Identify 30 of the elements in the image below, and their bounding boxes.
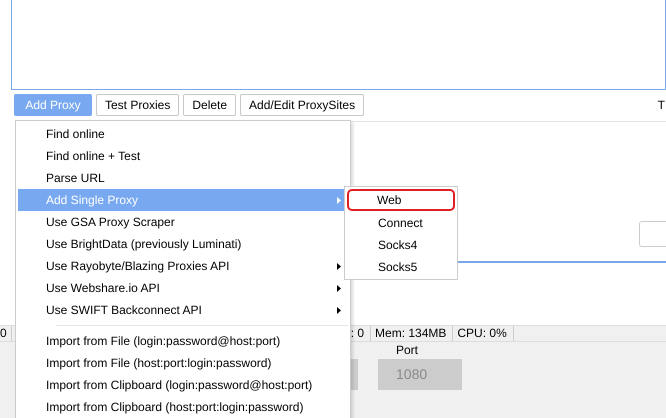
- menu-item[interactable]: Connect: [347, 211, 455, 233]
- input-field[interactable]: [639, 221, 666, 247]
- menu-item[interactable]: Use Webshare.io API: [18, 277, 348, 299]
- menu-item[interactable]: Import from File (login:password@host:port): [18, 330, 348, 352]
- status-cell: 0: [0, 326, 12, 341]
- toolbar-button[interactable]: Add/Edit ProxySites: [240, 94, 364, 116]
- menu-item[interactable]: Use SWIFT Backconnect API: [18, 299, 348, 321]
- toolbar-button[interactable]: Delete: [183, 94, 236, 116]
- submenu-arrow-icon: [337, 196, 341, 204]
- text-area[interactable]: [11, 0, 666, 90]
- status-cell: Mem: 134MB: [371, 326, 454, 341]
- menu-item[interactable]: Web: [347, 189, 455, 211]
- submenu-arrow-icon: [337, 284, 341, 292]
- menu-item[interactable]: Parse URL: [18, 167, 348, 189]
- menu-item[interactable]: Use Rayobyte/Blazing Proxies API: [18, 255, 348, 277]
- menu-item[interactable]: Import from Clipboard (host:port:login:password): [18, 396, 348, 418]
- menu-item[interactable]: Import from File (host:port:login:password): [18, 352, 348, 374]
- submenu-arrow-icon: [337, 262, 341, 270]
- port-label: Port: [395, 343, 420, 357]
- menu-item[interactable]: Use GSA Proxy Scraper: [18, 211, 348, 233]
- submenu-arrow-icon: [337, 306, 341, 314]
- menu-item[interactable]: Use BrightData (previously Luminati): [18, 233, 348, 255]
- toolbar-button[interactable]: Test Proxies: [96, 94, 180, 116]
- menu-item[interactable]: Socks4: [347, 233, 455, 255]
- menu-item[interactable]: Socks5: [347, 255, 455, 277]
- menu-item[interactable]: Find online + Test: [18, 145, 348, 167]
- menu-item[interactable]: Find online: [18, 123, 348, 145]
- menu-item[interactable]: Import from Clipboard (login:password@host:port): [18, 374, 348, 396]
- cut-text: T: [658, 98, 665, 112]
- status-cell: CPU: 0%: [453, 326, 514, 341]
